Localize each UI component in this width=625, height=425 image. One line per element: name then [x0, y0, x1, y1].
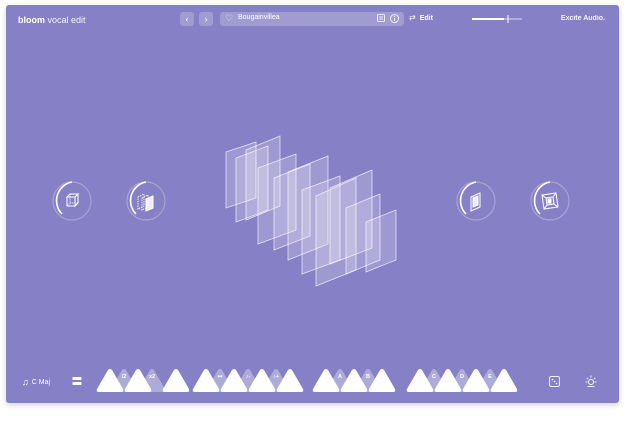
save-icon[interactable] [377, 14, 385, 22]
preset-selector[interactable]: ♡ Bougainvillea [220, 12, 404, 26]
vocal-layers-visualizer [225, 135, 397, 287]
brand-product: vocal edit [47, 15, 86, 25]
stack-icon[interactable] [72, 376, 82, 386]
trigger-button[interactable] [162, 368, 190, 393]
layers-icon [137, 193, 154, 212]
panel-knob[interactable] [450, 175, 502, 227]
edit-label: Edit [419, 15, 433, 22]
randomize-icon[interactable] [549, 376, 560, 387]
sun-icon[interactable] [584, 374, 598, 388]
room-icon [541, 192, 559, 210]
panel-icon [470, 192, 481, 212]
info-icon[interactable] [390, 14, 399, 23]
next-preset-button[interactable]: › [199, 12, 213, 26]
brand-logo: bloom vocal edit [18, 15, 86, 25]
cube-knob[interactable] [46, 175, 98, 227]
trigger-button[interactable] [276, 368, 304, 393]
trigger-button[interactable] [490, 368, 518, 393]
layers-knob[interactable] [120, 175, 172, 227]
vendor-logo: Excite Audio. [560, 15, 605, 22]
preset-name: Bougainvillea [238, 14, 280, 21]
plugin-window: bloom vocal edit ‹ › ♡ Bougainvillea ⇄ Ed… [6, 5, 619, 403]
key-selector[interactable]: ♫ C Maj [22, 377, 50, 387]
cube-icon [65, 192, 80, 208]
swap-icon: ⇄ [409, 13, 416, 22]
brand-name: bloom [18, 15, 45, 25]
music-note-icon: ♫ [22, 377, 29, 387]
edit-button[interactable]: ⇄ Edit [409, 13, 433, 22]
output-level-meter[interactable] [472, 15, 522, 23]
chevron-left-icon: ‹ [185, 14, 189, 24]
key-label: C Maj [31, 378, 51, 386]
room-knob[interactable] [524, 175, 576, 227]
chevron-right-icon: › [204, 14, 208, 24]
trigger-button[interactable] [368, 368, 396, 393]
heart-icon[interactable]: ♡ [225, 13, 233, 24]
prev-preset-button[interactable]: ‹ [180, 12, 194, 26]
